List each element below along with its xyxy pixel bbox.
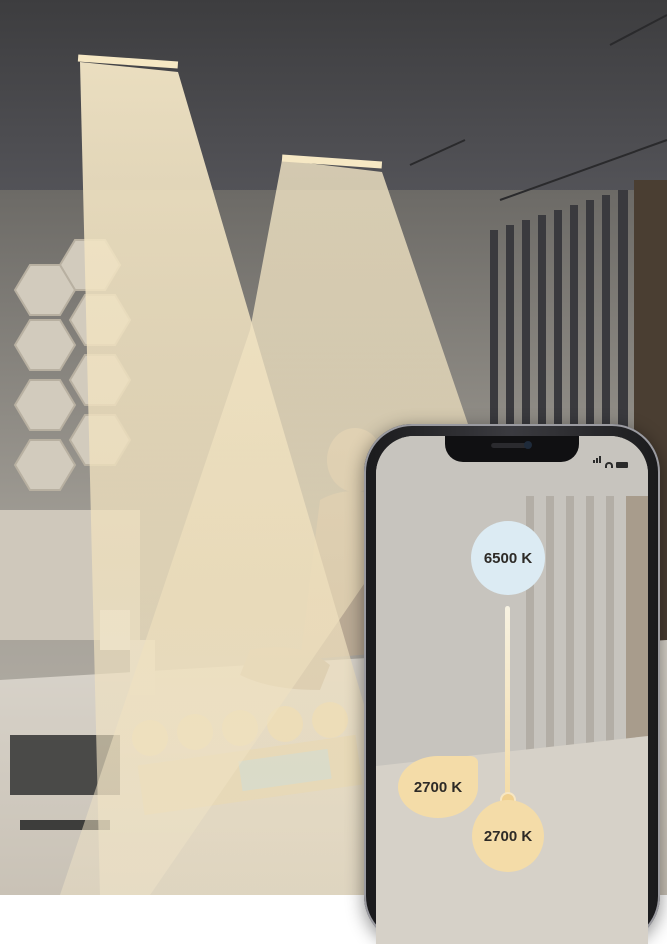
phone-screen: 6500 K 2700 K 2700 K (376, 436, 648, 944)
warm-temperature-label-1: 2700 K (413, 778, 463, 796)
cool-temperature-bubble: 6500 K (471, 521, 545, 595)
warm-temperature-bubble: 2700 K (472, 800, 544, 872)
speaker-icon (491, 443, 528, 448)
smartphone: 6500 K 2700 K 2700 K (364, 424, 660, 944)
battery-icon (616, 462, 628, 468)
warm-temperature-tooltip: 2700 K (398, 756, 478, 818)
signal-icon (593, 450, 602, 468)
cool-temperature-label: 6500 K (483, 549, 533, 567)
wifi-icon (605, 462, 613, 468)
status-bar (593, 450, 628, 468)
camera-icon (524, 441, 532, 449)
phone-notch (445, 436, 579, 462)
color-temperature-slider[interactable] (505, 606, 510, 796)
warm-temperature-label-2: 2700 K (483, 827, 533, 845)
